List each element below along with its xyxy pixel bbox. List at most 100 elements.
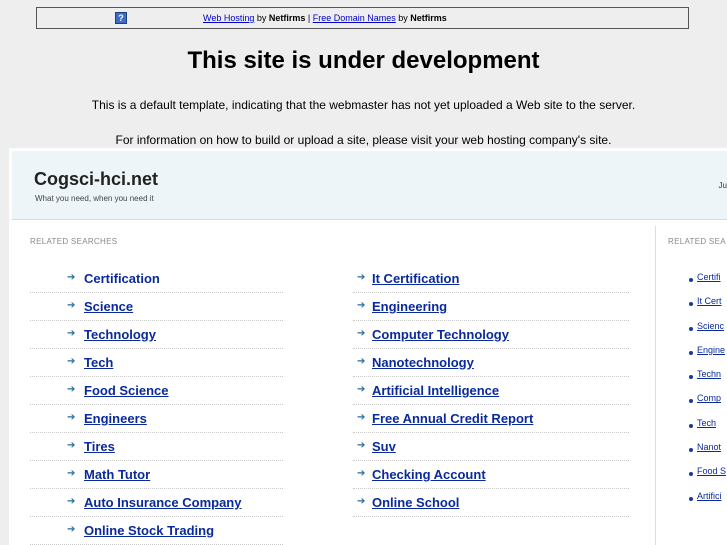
related-search-item[interactable]: ➔ Tech [30,349,283,377]
related-search-item[interactable]: ➔ Checking Account [353,461,629,489]
bullet-icon [689,278,693,282]
arrow-right-icon: ➔ [357,412,366,423]
related-search-link[interactable]: Suv [372,439,396,454]
related-search-item[interactable]: ➔ Online Stock Trading [30,517,283,545]
sidebar-search-item[interactable]: Comp [685,393,727,417]
sidebar-search-item[interactable]: Nanot [685,442,727,466]
related-searches-right-column: Certifi It Cert Scienc Engine Techn Comp Tech N… [685,272,727,515]
sidebar-search-link[interactable]: Scienc [697,321,724,331]
hosting-banner: ? Web Hosting by Netfirms | Free Domain … [36,7,689,29]
related-search-link[interactable]: Tech [84,355,113,370]
related-search-item[interactable]: ➔ Free Annual Credit Report [353,405,629,433]
related-search-link[interactable]: Nanotechnology [372,355,474,370]
related-search-item[interactable]: ➔ Food Science [30,377,283,405]
arrow-right-icon: ➔ [67,272,76,283]
related-search-link[interactable]: It Certification [372,271,459,286]
arrow-right-icon: ➔ [67,328,76,339]
sidebar-search-item[interactable]: Tech [685,418,727,442]
site-name[interactable]: Cogsci-hci.net [34,169,158,190]
related-search-link[interactable]: Technology [84,327,156,342]
bullet-icon [689,302,693,307]
bullet-icon [689,375,693,380]
bullet-icon [689,472,693,477]
related-search-link[interactable]: Auto Insurance Company [84,495,241,510]
related-search-link[interactable]: Online School [372,495,459,510]
sidebar-search-link[interactable]: Artifici [697,491,722,501]
arrow-right-icon: ➔ [357,356,366,367]
related-search-item[interactable]: ➔ Engineering [353,293,629,321]
arrow-right-icon: ➔ [357,272,366,283]
bullet-icon [689,496,693,501]
related-search-link[interactable]: Certification [84,271,160,286]
related-search-item[interactable]: ➔ Engineers [30,405,283,433]
page-title: This site is under development [187,47,540,74]
free-domain-names-link[interactable]: Free Domain Names [313,13,396,23]
related-search-link[interactable]: Food Science [84,383,169,398]
web-hosting-link[interactable]: Web Hosting [203,13,254,23]
sidebar-search-link[interactable]: Engine [697,345,725,355]
sidebar-search-link[interactable]: It Cert [697,296,722,306]
banner-by-1: by [254,13,269,23]
arrow-right-icon: ➔ [67,412,76,423]
related-search-link[interactable]: Computer Technology [372,327,509,342]
related-search-item[interactable]: ➔ Science [30,293,283,321]
default-template-notice: This is a default template, indicating t… [91,98,636,112]
related-search-link[interactable]: Science [84,299,133,314]
sidebar-search-link[interactable]: Nanot [697,442,721,452]
related-search-link[interactable]: Online Stock Trading [84,523,214,538]
related-search-link[interactable]: Artificial Intelligence [372,383,499,398]
related-search-link[interactable]: Tires [84,439,115,454]
sidebar-search-link[interactable]: Tech [697,418,716,428]
arrow-right-icon: ➔ [67,440,76,451]
arrow-right-icon: ➔ [357,496,366,507]
related-search-item[interactable]: ➔ Artificial Intelligence [353,377,629,405]
related-searches-label-right: RELATED SEA [668,237,726,246]
related-search-item[interactable]: ➔ Tires [30,433,283,461]
related-search-item[interactable]: ➔ Nanotechnology [353,349,629,377]
sidebar-search-item[interactable]: It Cert [685,296,727,320]
sidebar-search-link[interactable]: Food S [697,466,726,476]
bullet-icon [689,350,693,355]
sidebar-search-item[interactable]: Artifici [685,491,727,515]
sidebar-search-link[interactable]: Comp [697,393,721,403]
related-search-item[interactable]: ➔ Math Tutor [30,461,283,489]
banner-brand-2: Netfirms [410,13,447,23]
sidebar-search-link[interactable]: Certifi [697,272,721,282]
bullet-icon [689,448,693,453]
related-search-item[interactable]: ➔ Computer Technology [353,321,629,349]
related-search-link[interactable]: Checking Account [372,467,486,482]
help-icon[interactable]: ? [115,12,127,24]
sidebar-search-link[interactable]: Techn [697,369,721,379]
related-search-item[interactable]: ➔ Suv [353,433,629,461]
sidebar-search-item[interactable]: Scienc [685,321,727,345]
bullet-icon [689,423,693,428]
related-search-item[interactable]: ➔ Technology [30,321,283,349]
arrow-right-icon: ➔ [67,300,76,311]
sidebar-search-item[interactable]: Techn [685,369,727,393]
site-tagline: What you need, when you need it [35,194,154,203]
sidebar-search-item[interactable]: Certifi [685,272,727,296]
arrow-right-icon: ➔ [67,524,76,535]
related-searches-left-column: ➔ Certification ➔ Science ➔ Technology ➔ Tech ➔ F… [30,265,283,545]
arrow-right-icon: ➔ [67,384,76,395]
hosting-info-notice: For information on how to build or uploa… [115,133,612,147]
column-divider [655,226,656,545]
related-search-item[interactable]: ➔ Online School [353,489,629,517]
related-search-link[interactable]: Free Annual Credit Report [372,411,533,426]
arrow-right-icon: ➔ [67,468,76,479]
sidebar-search-item[interactable]: Food S [685,466,727,490]
related-search-item[interactable]: ➔ Auto Insurance Company [30,489,283,517]
related-search-link[interactable]: Engineers [84,411,147,426]
related-search-link[interactable]: Math Tutor [84,467,150,482]
banner-by-2: by [395,13,411,23]
related-search-item[interactable]: ➔ It Certification [353,265,629,293]
parked-header: Cogsci-hci.net What you need, when you n… [12,151,727,220]
sidebar-search-item[interactable]: Engine [685,345,727,369]
banner-links: Web Hosting by Netfirms | Free Domain Na… [203,13,447,23]
related-search-link[interactable]: Engineering [372,299,447,314]
related-search-item[interactable]: ➔ Certification [30,265,283,293]
arrow-right-icon: ➔ [67,496,76,507]
bullet-icon [689,399,693,404]
arrow-right-icon: ➔ [357,300,366,311]
arrow-right-icon: ➔ [357,384,366,395]
